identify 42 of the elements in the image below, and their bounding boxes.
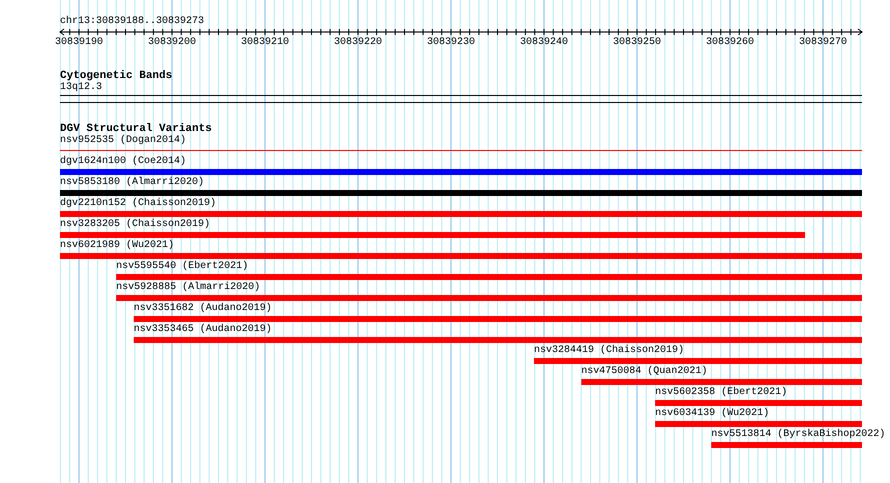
variant-bar[interactable]	[655, 400, 862, 406]
variant-bar[interactable]	[134, 316, 862, 322]
variant-bar[interactable]	[60, 169, 862, 175]
variant-bar[interactable]	[60, 190, 862, 196]
variant-bar[interactable]	[534, 358, 862, 364]
variant-label: nsv5513814 (ByrskaBishop2022)	[711, 429, 886, 440]
variant-label: nsv5853180 (Almarri2020)	[60, 177, 204, 188]
tick-label: 30839250	[613, 37, 661, 48]
variant-label: nsv3284419 (Chaisson2019)	[534, 345, 684, 356]
tick-label: 30839220	[334, 37, 382, 48]
tick-label: 30839230	[427, 37, 475, 48]
variant-bar[interactable]	[655, 421, 862, 427]
tick-label: 30839240	[520, 37, 568, 48]
variant-label: nsv4750084 (Quan2021)	[581, 366, 708, 377]
variant-label: nsv5928885 (Almarri2020)	[116, 282, 260, 293]
tick-label: 30839270	[799, 37, 847, 48]
variant-label: nsv5595540 (Ebert2021)	[116, 261, 248, 272]
variant-bar[interactable]	[116, 274, 862, 280]
variant-label: nsv6021989 (Wu2021)	[60, 240, 174, 251]
variant-bar[interactable]	[116, 295, 862, 301]
variant-bar[interactable]	[60, 232, 806, 238]
variant-bar[interactable]	[711, 442, 862, 448]
variant-label: nsv3353465 (Audano2019)	[134, 324, 272, 335]
variant-label: dgv2210n152 (Chaisson2019)	[60, 198, 216, 209]
variant-bar[interactable]	[134, 337, 862, 343]
variant-label: nsv6034139 (Wu2021)	[655, 408, 770, 419]
variant-label: nsv5602358 (Ebert2021)	[655, 387, 788, 398]
tick-label: 30839260	[706, 37, 754, 48]
track-title: DGV Structural Variants	[60, 123, 213, 135]
tick-label: 30839190	[55, 37, 103, 48]
band-label: 13q12.3	[60, 82, 104, 94]
tick-label: 30839210	[241, 37, 289, 48]
location-label: chr13:30839188..30839273	[60, 16, 206, 28]
variant-label: nsv3351682 (Audano2019)	[134, 303, 272, 314]
variant-label: nsv952535 (Dogan2014)	[60, 135, 186, 146]
variant-label: dgv1624n100 (Coe2014)	[60, 156, 186, 167]
variant-label: nsv3283205 (Chaisson2019)	[60, 219, 210, 230]
variant-bar[interactable]	[60, 211, 862, 217]
variant-bar[interactable]	[60, 253, 862, 259]
variant-bar[interactable]	[581, 379, 862, 385]
tick-label: 30839200	[148, 37, 196, 48]
track-title: Cytogenetic Bands	[60, 70, 174, 82]
